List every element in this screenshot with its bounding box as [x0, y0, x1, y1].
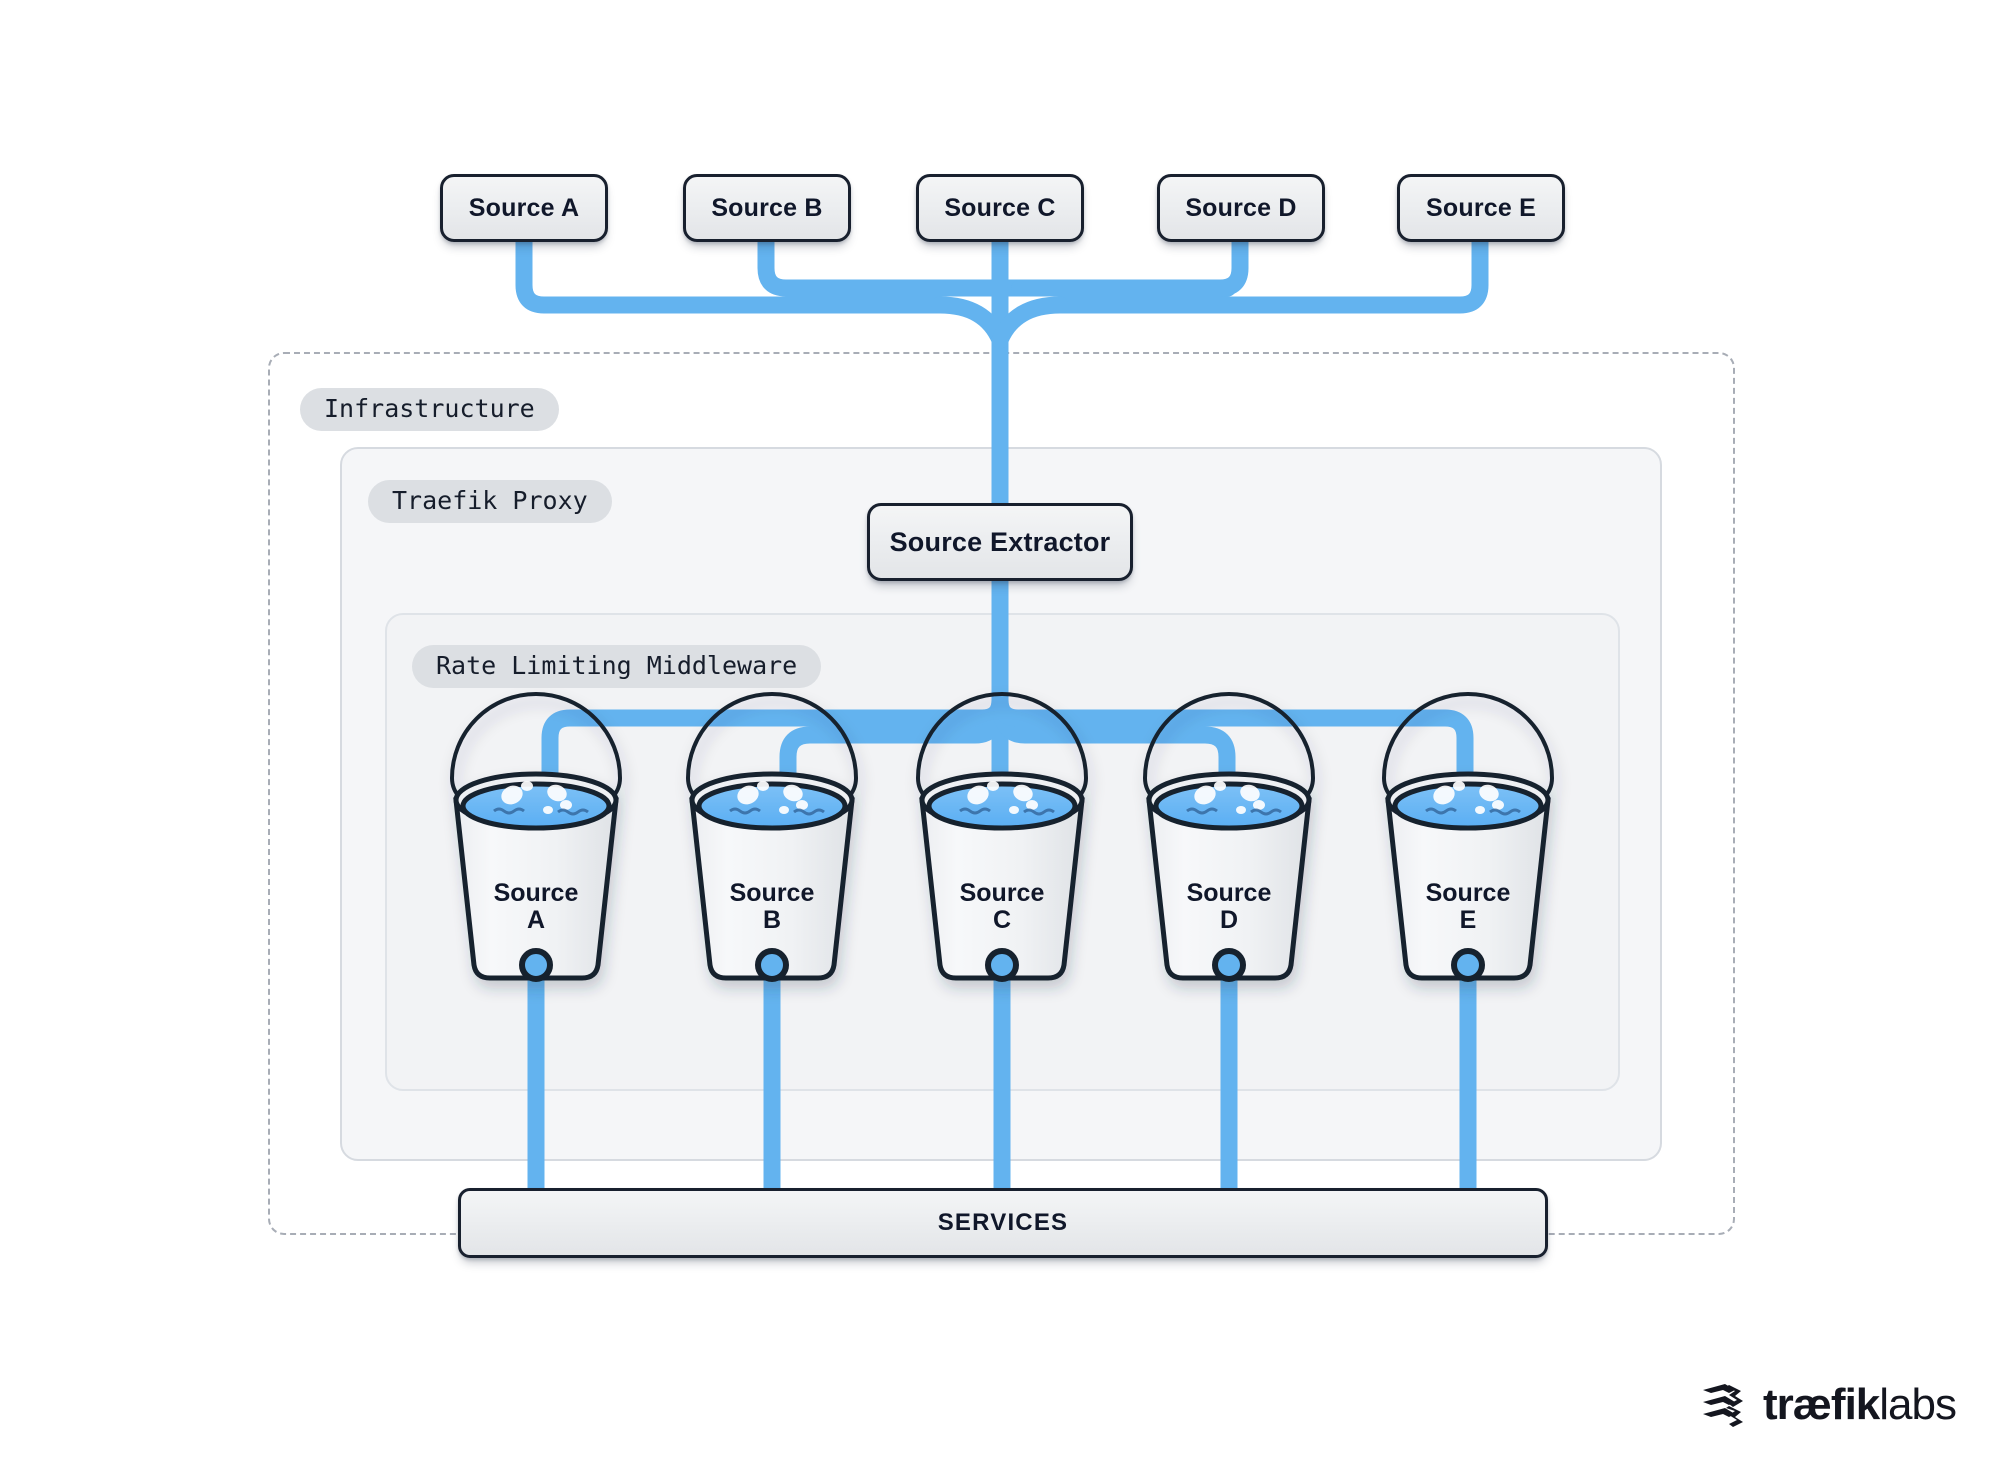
- traefik-labs-logo: træfiklabs: [1699, 1380, 1957, 1429]
- source-box-e[interactable]: Source E: [1397, 174, 1565, 242]
- services-bar[interactable]: SERVICES: [458, 1188, 1548, 1258]
- source-box-a[interactable]: Source A: [440, 174, 608, 242]
- source-box-b[interactable]: Source B: [683, 174, 851, 242]
- traefik-chevrons-icon: [1703, 1384, 1744, 1427]
- source-box-d[interactable]: Source D: [1157, 174, 1325, 242]
- logo-suffix: labs: [1879, 1380, 1957, 1429]
- bucket-source-a: [449, 692, 623, 982]
- source-extractor-box[interactable]: Source Extractor: [867, 503, 1133, 581]
- group-label-rate-limiting-middleware: Rate Limiting Middleware: [412, 645, 822, 688]
- bucket-source-b: [685, 692, 859, 982]
- diagram-canvas: Infrastructure Traefik Proxy Rate Limiti…: [0, 0, 2000, 1472]
- logo-brand: træfik: [1763, 1380, 1880, 1429]
- bucket-source-e: [1381, 692, 1555, 982]
- logo-wordmark: træfiklabs: [1763, 1380, 1957, 1429]
- bucket-source-d: [1142, 692, 1316, 982]
- group-label-traefik-proxy: Traefik Proxy: [368, 480, 612, 523]
- group-label-infrastructure: Infrastructure: [300, 388, 559, 431]
- bucket-source-c: [915, 692, 1089, 982]
- source-box-c[interactable]: Source C: [916, 174, 1084, 242]
